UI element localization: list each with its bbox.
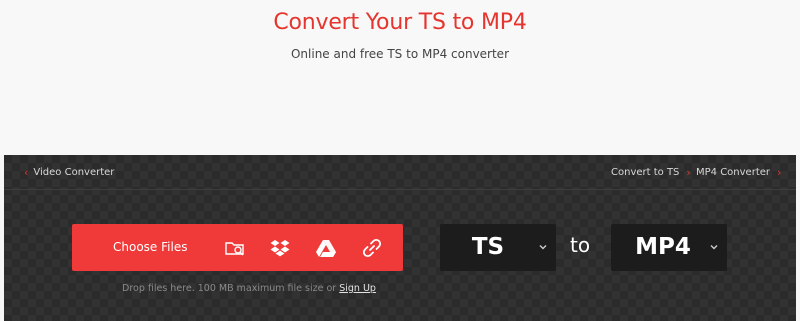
google-drive-icon[interactable] (315, 237, 337, 259)
choose-files-button-group: Choose Files (72, 224, 403, 271)
breadcrumb-label: Video Converter (33, 167, 115, 178)
chevron-down-icon (709, 242, 719, 252)
breadcrumb-label: Convert to TS (611, 167, 680, 178)
page-title: Convert Your TS to MP4 (273, 10, 527, 35)
breadcrumb-video-converter[interactable]: ‹ Video Converter (24, 165, 115, 179)
converter-panel: ‹ Video Converter Convert to TS › MP4 Co… (4, 155, 796, 321)
chevron-down-icon (538, 242, 548, 252)
breadcrumb-label: MP4 Converter (696, 167, 771, 178)
breadcrumb: ‹ Video Converter Convert to TS › MP4 Co… (4, 155, 796, 190)
drop-files-text: Drop files here. 100 MB maximum file siz… (122, 283, 337, 294)
drop-files-note: Drop files here. 100 MB maximum file siz… (122, 283, 376, 294)
from-format-select[interactable]: TS (440, 224, 556, 271)
breadcrumb-convert-to-ts[interactable]: Convert to TS › (611, 165, 691, 179)
link-icon[interactable] (361, 237, 383, 259)
page-subtitle: Online and free TS to MP4 converter (290, 47, 510, 61)
chevron-right-icon: › (686, 165, 691, 179)
to-format-select[interactable]: MP4 (611, 224, 727, 271)
dropbox-icon[interactable] (269, 237, 291, 259)
chevron-right-icon: › (777, 165, 782, 179)
to-format-value: MP4 (635, 234, 691, 260)
hero-section: Convert Your TS to MP4 Online and free T… (0, 0, 800, 155)
folder-search-icon[interactable] (224, 237, 246, 259)
from-format-value: TS (471, 234, 505, 260)
breadcrumb-mp4-converter[interactable]: MP4 Converter › (696, 165, 782, 179)
chevron-left-icon: ‹ (24, 165, 29, 179)
to-separator: to (570, 233, 591, 257)
choose-files-button[interactable]: Choose Files (113, 240, 187, 254)
sign-up-link[interactable]: Sign Up (339, 283, 376, 294)
